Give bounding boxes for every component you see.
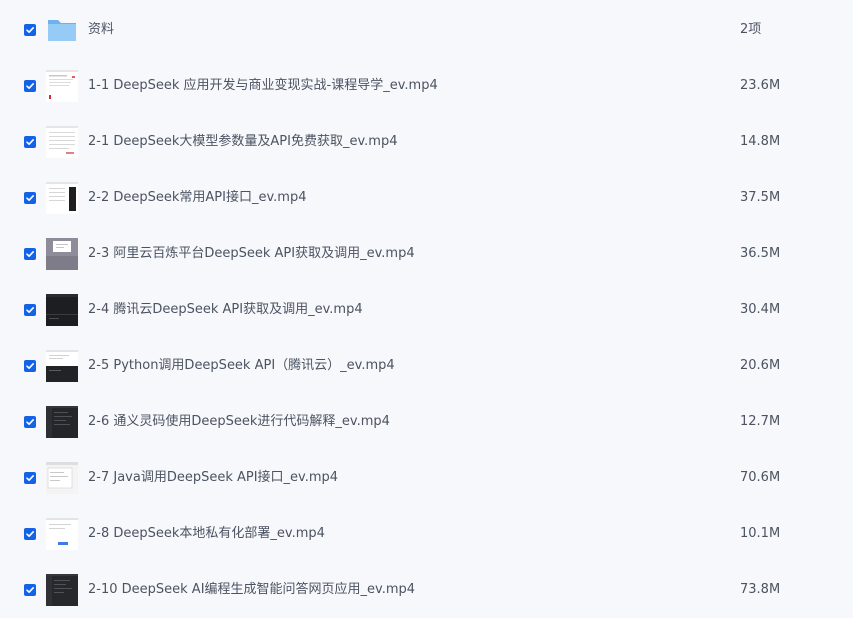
file-size: 12.7M [740,414,781,429]
checkbox-checked[interactable] [24,360,36,372]
file-list: 资料 2项 1-1 DeepSeek 应用开发与商业变现实战-课程导学_ev.m… [0,0,853,618]
video-thumbnail [46,462,78,494]
list-item-video[interactable]: 1-1 DeepSeek 应用开发与商业变现实战-课程导学_ev.mp4 23.… [0,58,853,114]
file-size: 37.5M [740,190,781,205]
file-name[interactable]: 2-8 DeepSeek本地私有化部署_ev.mp4 [88,525,325,543]
file-name[interactable]: 2-3 阿里云百炼平台DeepSeek API获取及调用_ev.mp4 [88,245,415,263]
file-name[interactable]: 资料 [88,21,114,39]
folder-icon [46,14,78,46]
list-item-video[interactable]: 2-1 DeepSeek大模型参数量及API免费获取_ev.mp4 14.8M [0,114,853,170]
file-size: 23.6M [740,78,781,93]
checkbox-checked[interactable] [24,24,36,36]
list-item-folder[interactable]: 资料 2项 [0,2,853,58]
video-thumbnail [46,238,78,270]
video-thumbnail [46,182,78,214]
list-item-video[interactable]: 2-4 腾讯云DeepSeek API获取及调用_ev.mp4 30.4M [0,282,853,338]
checkbox-checked[interactable] [24,304,36,316]
file-name[interactable]: 2-2 DeepSeek常用API接口_ev.mp4 [88,189,306,207]
checkbox-checked[interactable] [24,584,36,596]
file-name[interactable]: 1-1 DeepSeek 应用开发与商业变现实战-课程导学_ev.mp4 [88,77,438,95]
list-item-video[interactable]: 2-6 通义灵码使用DeepSeek进行代码解释_ev.mp4 12.7M [0,394,853,450]
checkbox-checked[interactable] [24,416,36,428]
video-thumbnail [46,70,78,102]
file-size: 70.6M [740,470,781,485]
file-name[interactable]: 2-10 DeepSeek AI编程生成智能问答网页应用_ev.mp4 [88,581,415,599]
file-name[interactable]: 2-1 DeepSeek大模型参数量及API免费获取_ev.mp4 [88,133,397,151]
file-size: 14.8M [740,134,781,149]
file-name[interactable]: 2-7 Java调用DeepSeek API接口_ev.mp4 [88,469,338,487]
checkbox-checked[interactable] [24,528,36,540]
checkbox-checked[interactable] [24,472,36,484]
checkbox-checked[interactable] [24,80,36,92]
file-name[interactable]: 2-5 Python调用DeepSeek API（腾讯云）_ev.mp4 [88,357,395,375]
list-item-video[interactable]: 2-10 DeepSeek AI编程生成智能问答网页应用_ev.mp4 73.8… [0,562,853,618]
file-size: 2项 [740,22,762,37]
list-item-video[interactable]: 2-3 阿里云百炼平台DeepSeek API获取及调用_ev.mp4 36.5… [0,226,853,282]
checkbox-checked[interactable] [24,192,36,204]
video-thumbnail [46,574,78,606]
file-name[interactable]: 2-6 通义灵码使用DeepSeek进行代码解释_ev.mp4 [88,413,390,431]
file-size: 30.4M [740,302,781,317]
video-thumbnail [46,294,78,326]
file-size: 10.1M [740,526,781,541]
video-thumbnail [46,126,78,158]
file-name[interactable]: 2-4 腾讯云DeepSeek API获取及调用_ev.mp4 [88,301,363,319]
file-size: 73.8M [740,582,781,597]
list-item-video[interactable]: 2-2 DeepSeek常用API接口_ev.mp4 37.5M [0,170,853,226]
checkbox-checked[interactable] [24,248,36,260]
list-item-video[interactable]: 2-5 Python调用DeepSeek API（腾讯云）_ev.mp4 20.… [0,338,853,394]
checkbox-checked[interactable] [24,136,36,148]
file-size: 20.6M [740,358,781,373]
list-item-video[interactable]: 2-8 DeepSeek本地私有化部署_ev.mp4 10.1M [0,506,853,562]
list-item-video[interactable]: 2-7 Java调用DeepSeek API接口_ev.mp4 70.6M [0,450,853,506]
video-thumbnail [46,518,78,550]
file-size: 36.5M [740,246,781,261]
video-thumbnail [46,406,78,438]
video-thumbnail [46,350,78,382]
